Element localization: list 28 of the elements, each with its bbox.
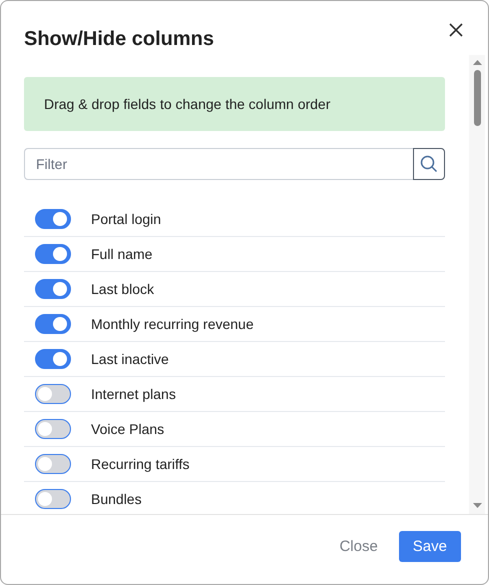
toggle-switch[interactable] — [35, 489, 71, 509]
search-icon — [420, 155, 438, 173]
filter-field[interactable]: Filter — [24, 148, 413, 180]
scroll-down-icon[interactable] — [472, 503, 482, 508]
toggle-switch[interactable] — [35, 384, 71, 404]
toggle-switch[interactable] — [35, 244, 71, 264]
column-label: Last block — [91, 281, 154, 297]
toggle-switch[interactable] — [35, 454, 71, 474]
column-label: Recurring tariffs — [91, 456, 190, 472]
toggle-switch[interactable] — [35, 349, 71, 369]
scroll-thumb[interactable] — [474, 70, 480, 126]
column-label: Voice Plans — [91, 421, 164, 437]
close-icon[interactable] — [448, 22, 464, 38]
toggle-switch[interactable] — [35, 209, 71, 229]
column-label: Internet plans — [91, 386, 176, 402]
toggle-switch[interactable] — [35, 279, 71, 299]
column-label: Bundles — [91, 491, 142, 507]
scroll-up-icon[interactable] — [472, 60, 482, 65]
column-label: Monthly recurring revenue — [91, 316, 254, 332]
column-label: Full name — [91, 246, 152, 262]
column-label: Portal login — [91, 211, 162, 227]
toggle-switch[interactable] — [35, 314, 71, 334]
column-label: Last inactive — [91, 351, 169, 367]
toggle-switch[interactable] — [35, 419, 71, 439]
save-button[interactable]: Save — [398, 531, 461, 562]
dialog-title: Show/Hide columns — [24, 28, 214, 51]
info-banner: Drag & drop fields to change the column order — [24, 77, 445, 131]
search-button[interactable] — [413, 148, 445, 180]
